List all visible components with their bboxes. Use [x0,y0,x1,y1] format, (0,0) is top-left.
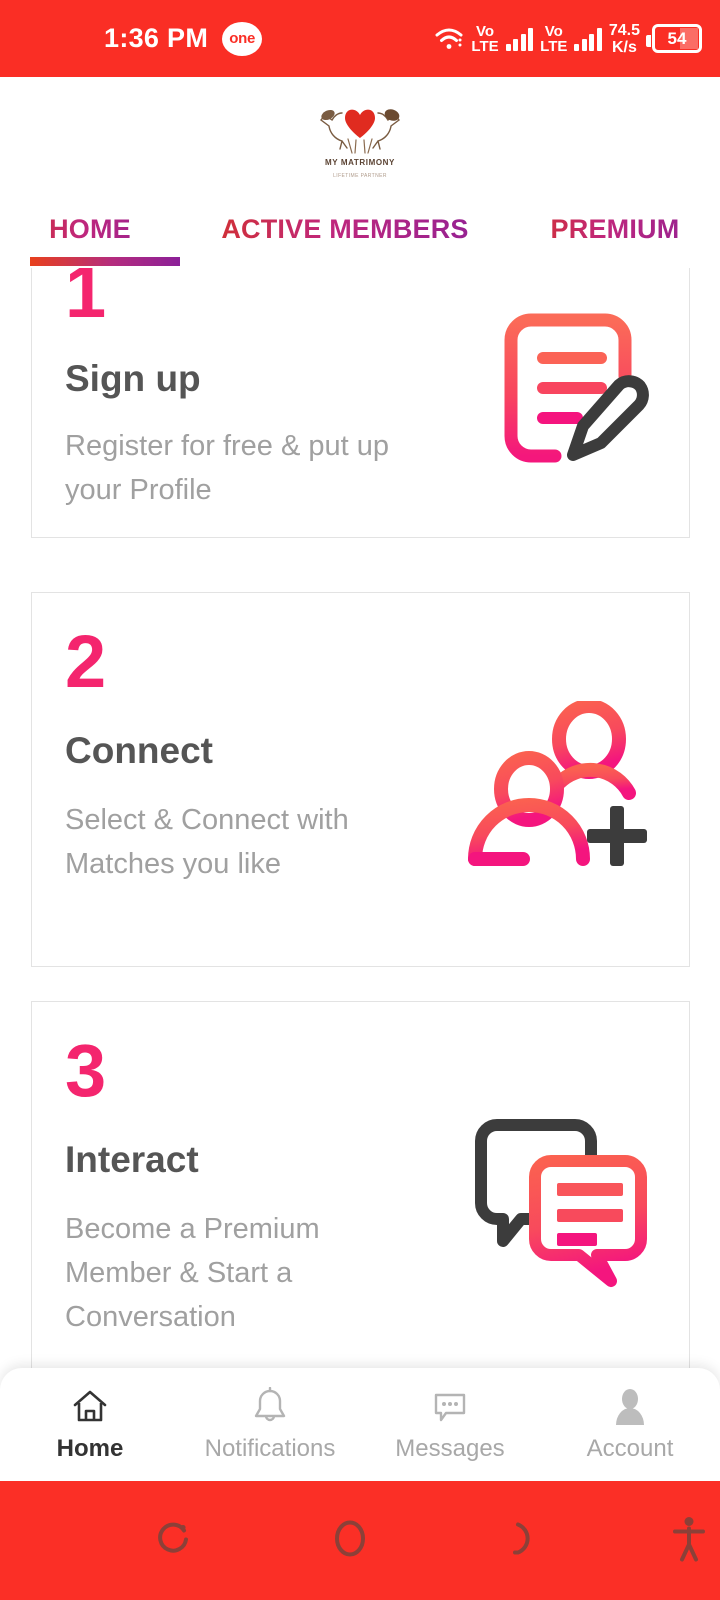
nav-item-account[interactable]: Account [540,1368,720,1481]
wifi-icon [434,26,464,52]
person-icon [610,1386,650,1426]
nav-label: Account [586,1435,674,1462]
logo-tagline: LIFETIME PARTNER [333,173,387,179]
step-card-interact[interactable]: 3 Interact Become a Premium Member & Sta… [31,1001,690,1368]
step-description: Become a Premium Member & Start a Conver… [65,1213,320,1333]
add-people-icon [461,699,651,881]
nav-item-messages[interactable]: Messages [360,1368,540,1481]
battery-level-text: 54 [667,28,687,48]
sim2-signal-bars [574,27,602,51]
app-header: MY MATRIMONY LIFETIME PARTNER [0,77,720,199]
logo-wordmark: MY MATRIMONY [324,158,395,167]
nav-item-home[interactable]: Home [0,1368,180,1481]
step-card-signup[interactable]: 1 Sign up Register for free & put up you… [31,268,690,538]
status-bar-right: Vo LTE Vo LTE 74.5 K/s 54 [434,22,702,56]
status-bar: 1:36 PM one Vo LTE Vo LTE 74.5 K/s 54 [0,0,720,77]
bell-icon [250,1386,290,1426]
nav-label: Messages [395,1435,505,1462]
recents-icon[interactable] [152,1516,196,1565]
sim2-volte-indicator: Vo LTE [540,24,567,54]
step-description: Register for free & put up your Profile [65,430,389,506]
steps-scroll-area[interactable]: 1 Sign up Register for free & put up you… [0,268,720,1368]
step-description: Select & Connect with Matches you like [65,804,349,880]
home-icon [70,1386,110,1426]
status-bar-left: 1:36 PM one [104,21,263,56]
step-number: 2 [65,620,107,703]
document-edit-icon [497,304,657,484]
status-bar-clock: 1:36 PM [104,23,209,53]
tab-active-members[interactable]: ACTIVE MEMBERS [180,199,510,259]
tab-home[interactable]: HOME [0,199,180,259]
chat-bubbles-icon [469,1117,654,1292]
sim1-volte-bottom: LTE [471,37,499,55]
nav-label: Home [56,1435,124,1462]
network-speed-indicator: 74.5 K/s [609,22,640,56]
sim1-signal-bars [505,27,534,51]
step-number: 3 [65,1029,107,1112]
network-speed-unit: K/s [611,38,637,56]
battery-icon: 54 [646,24,702,53]
nav-item-notifications[interactable]: Notifications [180,1368,360,1481]
message-bubble-icon [430,1386,470,1426]
couple-heart-logo: MY MATRIMONY LIFETIME PARTNER [300,95,420,181]
tab-active-indicator [30,257,180,266]
tab-premium[interactable]: PREMIUM [510,199,720,259]
app-screen: 1:36 PM one Vo LTE Vo LTE 74.5 K/s 54 MY… [0,0,720,1600]
step-title: Sign up [65,358,201,399]
bottom-navigation-bar: Home Notifications Messages Account [0,1368,720,1481]
network-speed-value: 74.5 [608,21,640,39]
step-title: Interact [65,1139,199,1180]
tab-bar: HOME ACTIVE MEMBERS PREMIUM [0,199,720,269]
sim1-volte-indicator: Vo LTE [471,24,498,54]
sim2-volte-bottom: LTE [540,37,568,55]
accessibility-icon[interactable] [672,1514,706,1567]
step-card-connect[interactable]: 2 Connect Select & Connect with Matches … [31,592,690,967]
step-number: 1 [65,268,107,333]
circle-home-icon[interactable] [328,1514,372,1567]
back-icon[interactable] [505,1516,545,1565]
nav-label: Notifications [204,1435,336,1462]
carrier-one-badge: one [222,21,263,56]
step-title: Connect [65,730,213,771]
android-navigation-bar [0,1481,720,1600]
